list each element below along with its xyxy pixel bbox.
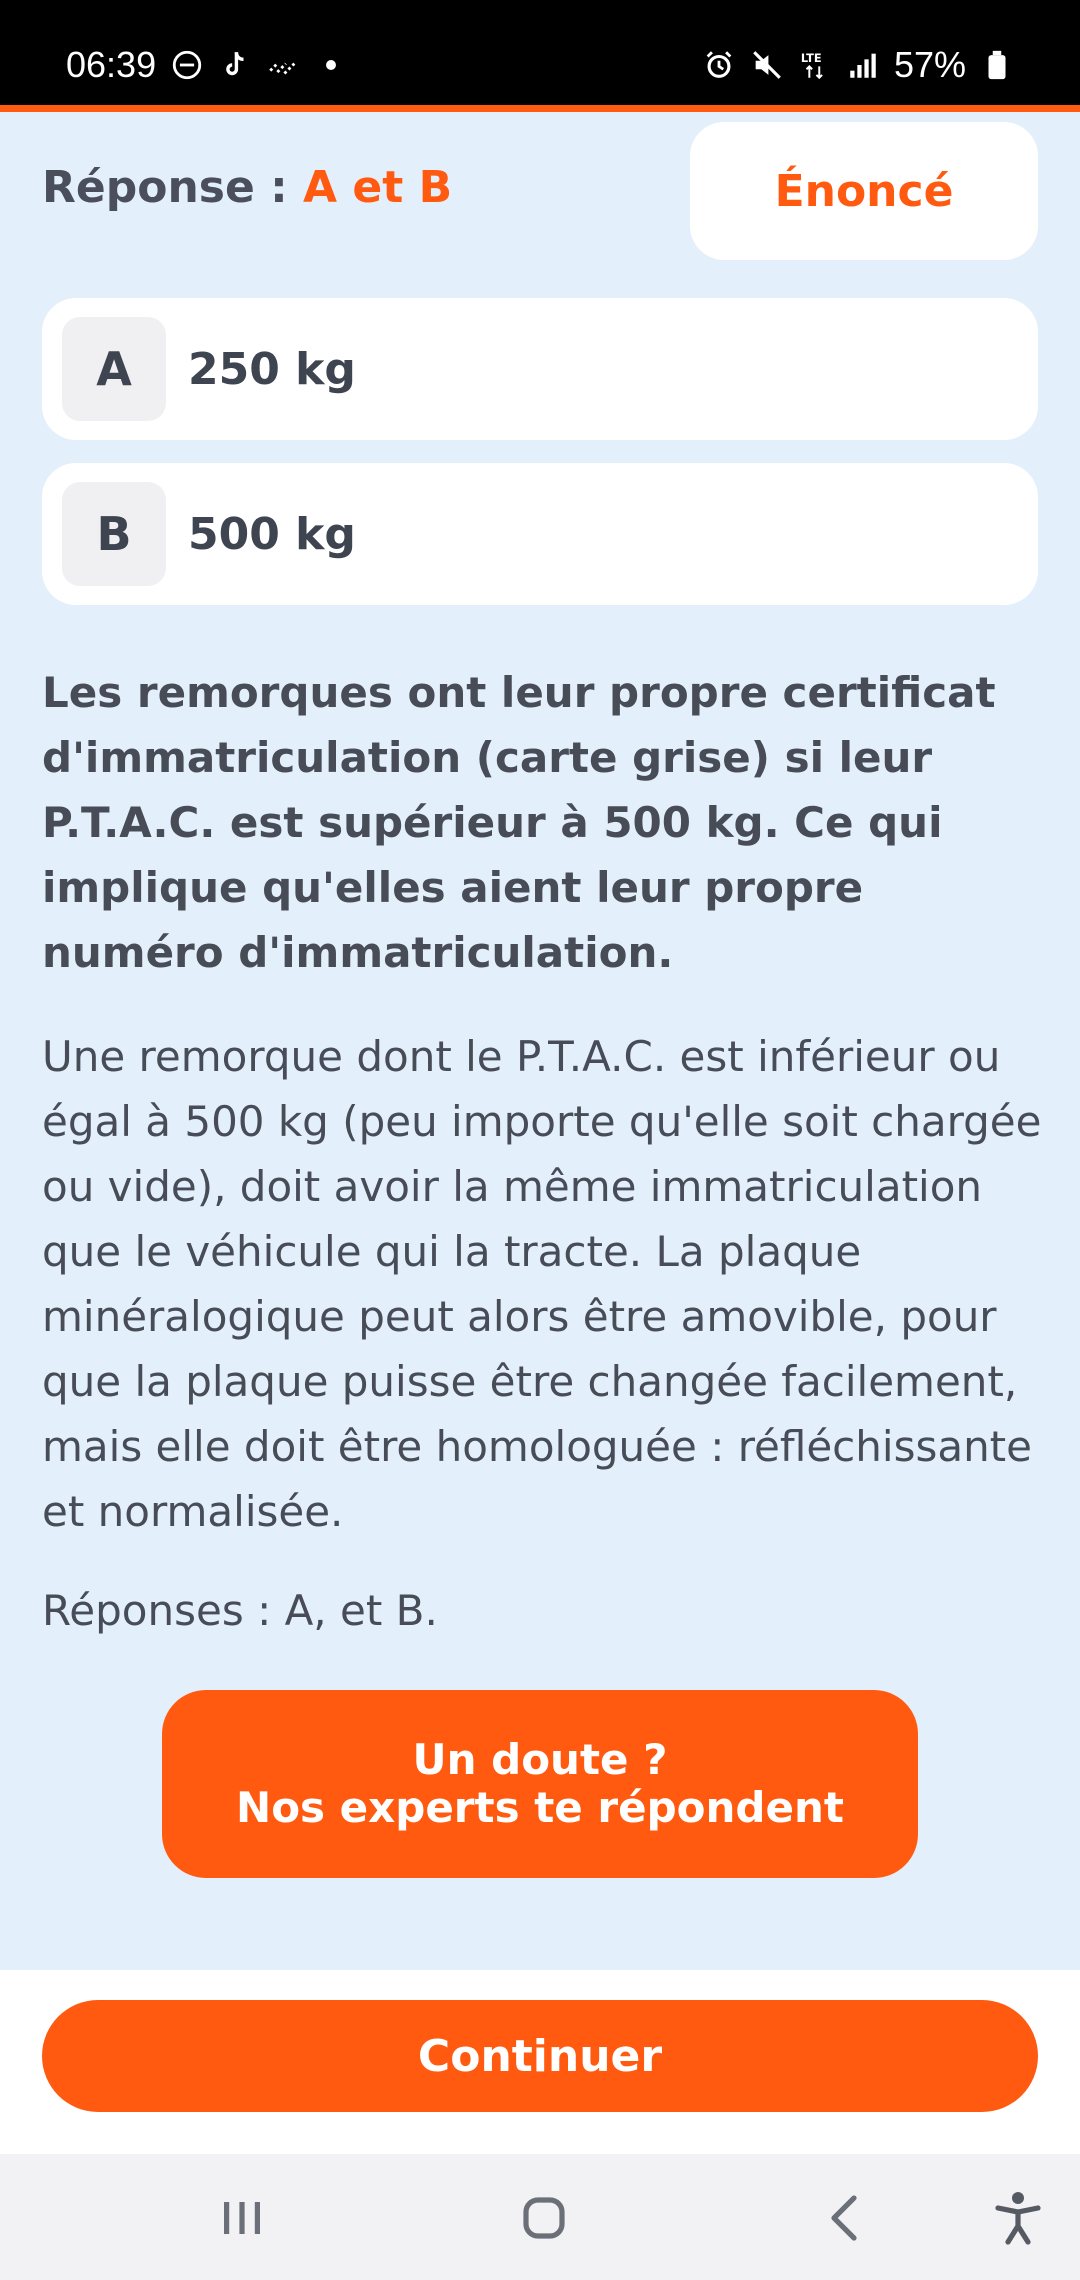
accessibility-icon[interactable] — [986, 2186, 1050, 2250]
battery-icon — [980, 48, 1014, 82]
continue-button[interactable]: Continuer — [42, 2000, 1038, 2112]
mute-icon — [750, 48, 784, 82]
back-icon[interactable] — [814, 2186, 878, 2250]
ask-experts-line2: Nos experts te répondent — [236, 1783, 844, 1832]
bottom-panel: Continuer — [0, 1970, 1080, 2154]
tiktok-icon — [218, 48, 252, 82]
answer-value: 500 kg — [188, 508, 356, 560]
do-not-disturb-icon — [170, 48, 204, 82]
explanation-bold: Les remorques ont leur propre certificat… — [42, 668, 996, 977]
status-bar-left: 06:39 — [66, 44, 348, 86]
ask-experts-line1: Un doute ? — [412, 1735, 668, 1784]
reponse-value: A et B — [303, 162, 453, 213]
answer-option-b: B 500 kg — [42, 463, 1038, 605]
reponse-label-text: Réponse : — [42, 162, 304, 213]
lte-icon: LTE — [798, 48, 832, 82]
answer-value: 250 kg — [188, 343, 356, 395]
signal-bars-icon — [846, 48, 880, 82]
status-bar-right: LTE 57% — [702, 44, 1014, 86]
answer-letter: A — [62, 317, 166, 421]
answer-option-a: A 250 kg — [42, 298, 1038, 440]
answer-header: Réponse : A et B Énoncé — [42, 120, 1038, 260]
signal-dots-icon — [266, 48, 300, 82]
answer-letter: B — [62, 482, 166, 586]
ask-experts-button[interactable]: Un doute ? Nos experts te répondent — [162, 1690, 918, 1878]
enonce-button[interactable]: Énoncé — [690, 122, 1038, 260]
answers-summary: Réponses : A, et B. — [42, 1586, 438, 1635]
recent-apps-icon[interactable] — [210, 2186, 274, 2250]
status-bar: 06:39 LTE 57% — [0, 0, 1080, 112]
reponse-label: Réponse : A et B — [42, 162, 452, 213]
status-accent-line — [0, 105, 1080, 112]
home-icon[interactable] — [512, 2186, 576, 2250]
system-nav-bar — [0, 2154, 1080, 2280]
battery-percent: 57% — [893, 44, 966, 85]
alarm-icon — [702, 48, 736, 82]
svg-text:LTE: LTE — [801, 51, 822, 65]
dot-icon — [314, 48, 348, 82]
status-time: 06:39 — [66, 44, 157, 85]
explanation-text: Une remorque dont le P.T.A.C. est inféri… — [42, 1032, 1042, 1536]
